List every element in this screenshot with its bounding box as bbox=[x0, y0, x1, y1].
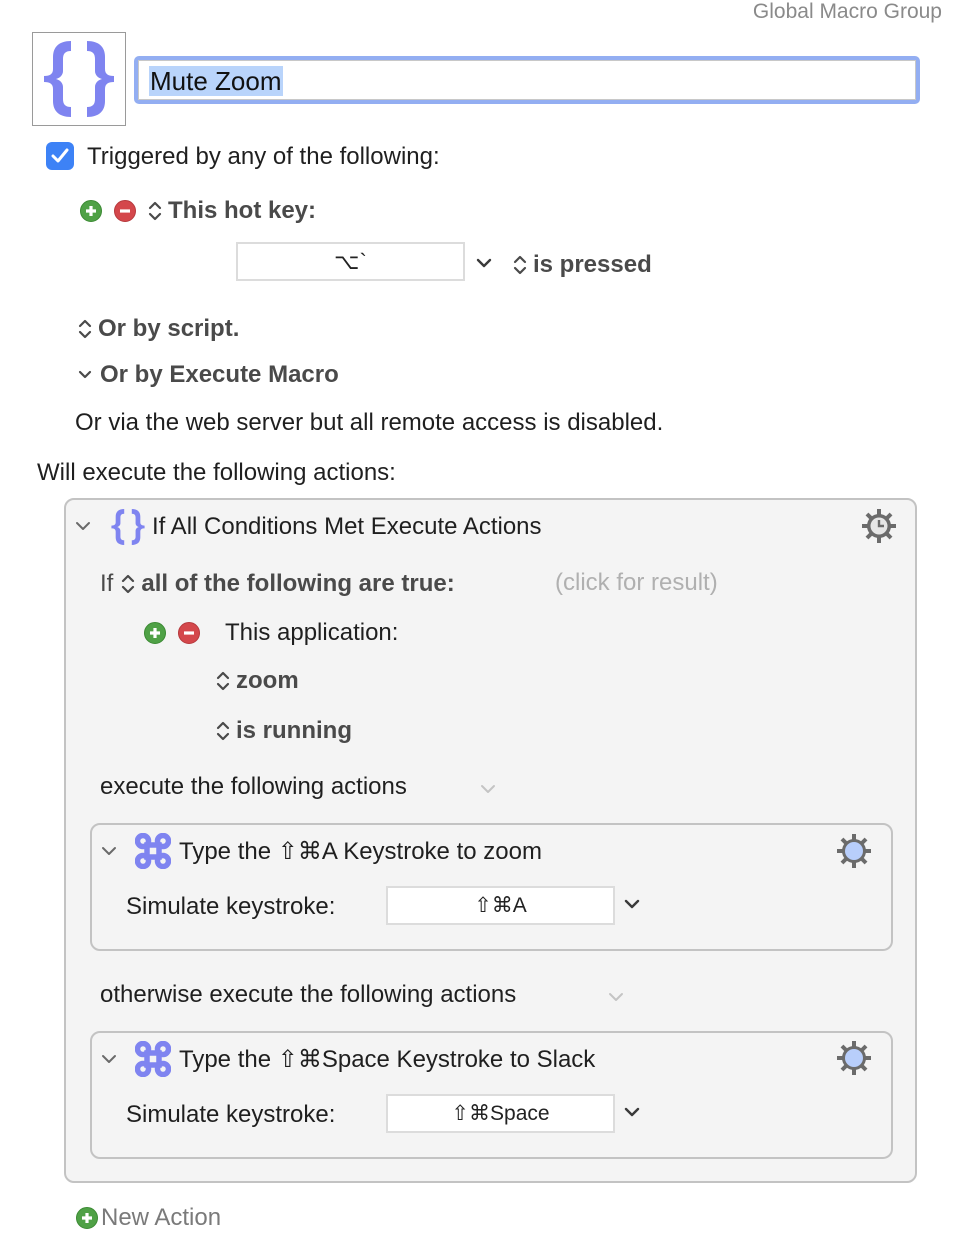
else-keystroke-label: Simulate keystroke: bbox=[126, 1101, 336, 1128]
condition-mode-popup[interactable]: all of the following are true: bbox=[121, 570, 455, 598]
stepper-arrows-icon bbox=[122, 574, 135, 594]
curly-braces-icon bbox=[44, 41, 114, 117]
then-keystroke-field[interactable]: ⇧⌘A bbox=[386, 886, 615, 925]
stepper-arrows-icon bbox=[216, 721, 230, 741]
minus-icon bbox=[184, 631, 194, 635]
stepper-arrows-icon bbox=[78, 319, 92, 339]
else-actions-chevron-icon[interactable] bbox=[608, 992, 624, 1002]
or-by-script-popup[interactable]: Or by script. bbox=[78, 315, 239, 343]
plus-circle-icon bbox=[76, 1207, 98, 1229]
curly-braces-icon bbox=[111, 509, 145, 545]
then-action-title: Type the ⇧⌘A Keystroke to zoom bbox=[179, 838, 542, 865]
stepper-arrows-icon bbox=[513, 255, 527, 275]
triggers-heading: Triggered by any of the following: bbox=[87, 143, 440, 170]
click-for-result-link[interactable]: (click for result) bbox=[555, 569, 718, 597]
remove-condition-button[interactable] bbox=[178, 622, 200, 644]
collapse-chevron-icon[interactable] bbox=[101, 846, 117, 856]
application-state: is running bbox=[236, 717, 352, 744]
action-gear-clock-icon[interactable] bbox=[860, 507, 898, 545]
then-keystroke-label: Simulate keystroke: bbox=[126, 893, 336, 920]
add-condition-button[interactable] bbox=[144, 622, 166, 644]
macro-icon-well[interactable] bbox=[32, 32, 126, 126]
remove-trigger-button[interactable] bbox=[114, 200, 136, 222]
if-action-title: If All Conditions Met Execute Actions bbox=[152, 513, 542, 540]
hotkey-options-chevron-icon[interactable] bbox=[476, 258, 492, 268]
actions-heading: Will execute the following actions: bbox=[37, 459, 396, 486]
application-state-popup[interactable]: is running bbox=[216, 717, 352, 745]
if-label: If bbox=[100, 570, 114, 597]
hotkey-condition-popup[interactable]: is pressed bbox=[513, 251, 652, 279]
hotkey-field[interactable]: ⌥` bbox=[236, 242, 465, 281]
chevron-down-icon bbox=[78, 370, 92, 379]
else-actions-label: otherwise execute the following actions bbox=[100, 981, 517, 1008]
keystroke-options-chevron-icon[interactable] bbox=[624, 1107, 640, 1117]
action-gear-icon[interactable] bbox=[835, 1039, 873, 1077]
web-server-note: Or via the web server but all remote acc… bbox=[75, 409, 664, 436]
plus-icon bbox=[86, 206, 96, 216]
trigger-type-popup[interactable]: This hot key: bbox=[148, 197, 316, 225]
checkmark-icon bbox=[51, 148, 69, 163]
minus-icon bbox=[120, 209, 130, 213]
else-action-title: Type the ⇧⌘Space Keystroke to Slack bbox=[179, 1046, 596, 1073]
or-by-script-label: Or by script. bbox=[98, 315, 240, 342]
macro-name-field[interactable]: Mute Zoom bbox=[134, 56, 920, 104]
application-name: zoom bbox=[236, 667, 299, 694]
triggers-enabled-checkbox[interactable] bbox=[46, 142, 74, 170]
hotkey-trigger-label: This hot key: bbox=[168, 197, 317, 224]
collapse-chevron-icon[interactable] bbox=[101, 1054, 117, 1064]
application-condition-label: This application: bbox=[225, 619, 399, 646]
else-keystroke-field[interactable]: ⇧⌘Space bbox=[386, 1094, 615, 1133]
plus-icon bbox=[82, 1213, 92, 1223]
or-by-execute-macro-toggle[interactable]: Or by Execute Macro bbox=[78, 361, 339, 389]
collapse-chevron-icon[interactable] bbox=[75, 521, 91, 531]
action-gear-icon[interactable] bbox=[835, 832, 873, 870]
add-trigger-button[interactable] bbox=[80, 200, 102, 222]
application-popup[interactable]: zoom bbox=[216, 667, 299, 695]
command-key-icon bbox=[135, 833, 171, 869]
new-action-button[interactable]: New Action bbox=[76, 1204, 221, 1232]
hotkey-condition-label: is pressed bbox=[533, 251, 652, 278]
new-action-label: New Action bbox=[101, 1204, 222, 1231]
stepper-arrows-icon bbox=[148, 201, 162, 221]
keystroke-options-chevron-icon[interactable] bbox=[624, 899, 640, 909]
macro-name-value[interactable]: Mute Zoom bbox=[149, 66, 283, 96]
then-actions-label: execute the following actions bbox=[100, 773, 407, 800]
then-actions-chevron-icon[interactable] bbox=[480, 784, 496, 794]
or-by-execute-macro-label: Or by Execute Macro bbox=[100, 361, 339, 388]
stepper-arrows-icon bbox=[216, 671, 230, 691]
condition-mode-label: all of the following are true: bbox=[141, 570, 455, 597]
plus-icon bbox=[150, 628, 160, 638]
command-key-icon bbox=[135, 1041, 171, 1077]
macro-group-label: Global Macro Group bbox=[752, 0, 942, 23]
